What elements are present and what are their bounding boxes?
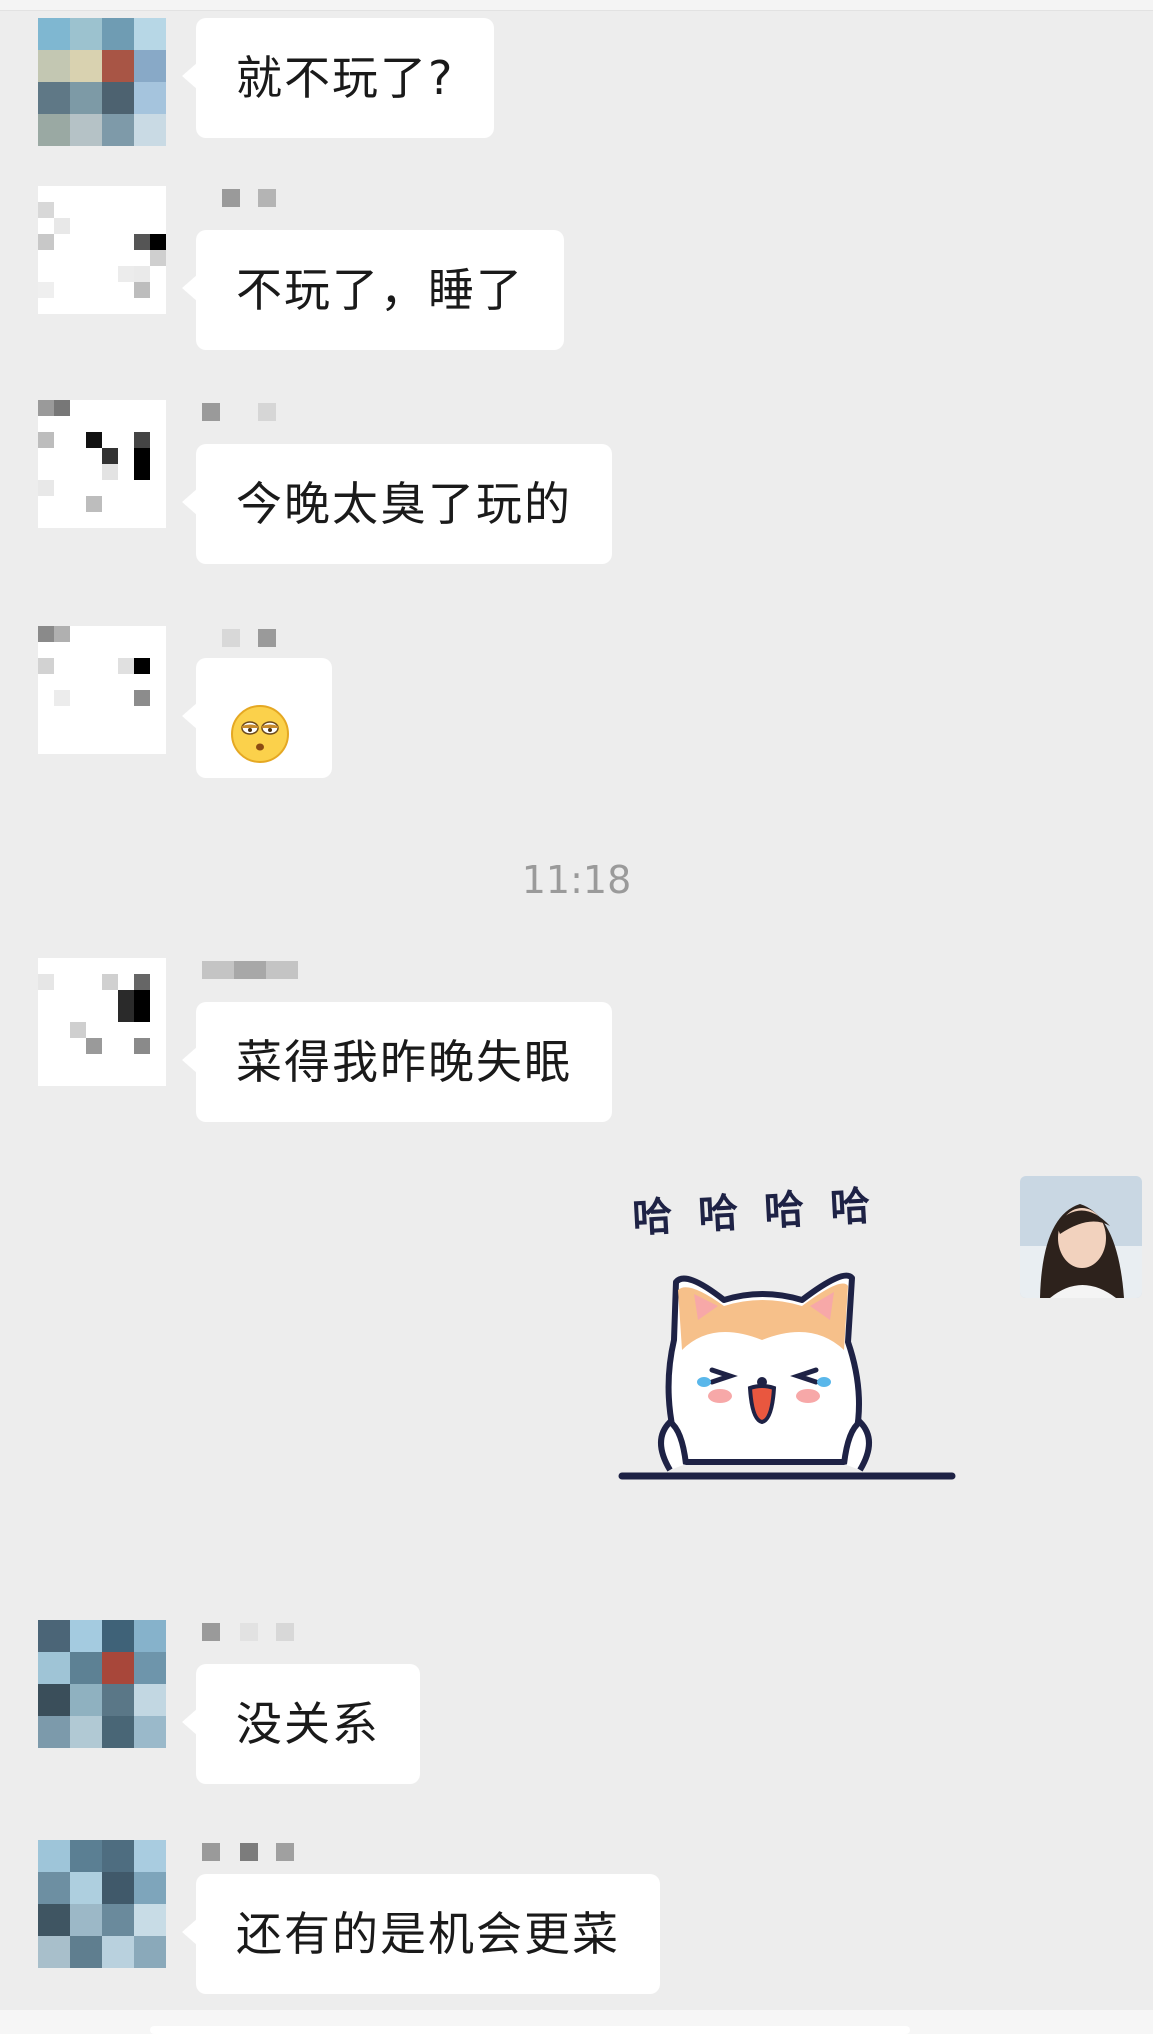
flushed-face-icon <box>230 688 290 763</box>
message-row: 今晚太臭了玩的 <box>0 400 1153 570</box>
contact-avatar[interactable] <box>38 626 166 754</box>
message-bubble[interactable]: 没关系 <box>182 1664 420 1784</box>
message-row: 菜得我昨晚失眠 <box>0 958 1153 1128</box>
contact-avatar[interactable] <box>38 1620 166 1748</box>
message-row: 没关系 <box>0 1620 1153 1790</box>
message-bubble[interactable]: 不玩了，睡了 <box>182 230 564 350</box>
message-bubble[interactable]: 就不玩了? <box>181 18 495 138</box>
contact-avatar[interactable] <box>38 186 166 314</box>
message-row <box>0 620 1153 790</box>
contact-avatar[interactable] <box>38 400 166 528</box>
input-bar-edge <box>0 2010 1153 2034</box>
input-field-edge[interactable] <box>150 2026 910 2034</box>
self-avatar[interactable] <box>1020 1176 1142 1298</box>
message-row-self: 哈哈哈哈 <box>0 1170 1153 1510</box>
message-row: 还有的是机会更菜 <box>0 1840 1153 2010</box>
message-bubble[interactable]: 还有的是机会更菜 <box>182 1874 660 1994</box>
message-bubble[interactable]: 菜得我昨晚失眠 <box>182 1002 612 1122</box>
top-divider <box>0 0 1153 11</box>
timestamp: 11:18 <box>521 858 632 902</box>
message-bubble[interactable] <box>182 658 332 778</box>
message-bubble[interactable]: 今晚太臭了玩的 <box>182 444 612 564</box>
message-row: 不玩了，睡了 <box>0 186 1153 356</box>
laughing-corgi-sticker[interactable]: 哈哈哈哈 <box>612 1170 962 1500</box>
sender-name-redacted <box>202 958 298 982</box>
contact-avatar[interactable] <box>38 18 166 146</box>
contact-avatar[interactable] <box>38 1840 166 1968</box>
message-row: 就不玩了? <box>0 18 1153 148</box>
contact-avatar[interactable] <box>38 958 166 1086</box>
